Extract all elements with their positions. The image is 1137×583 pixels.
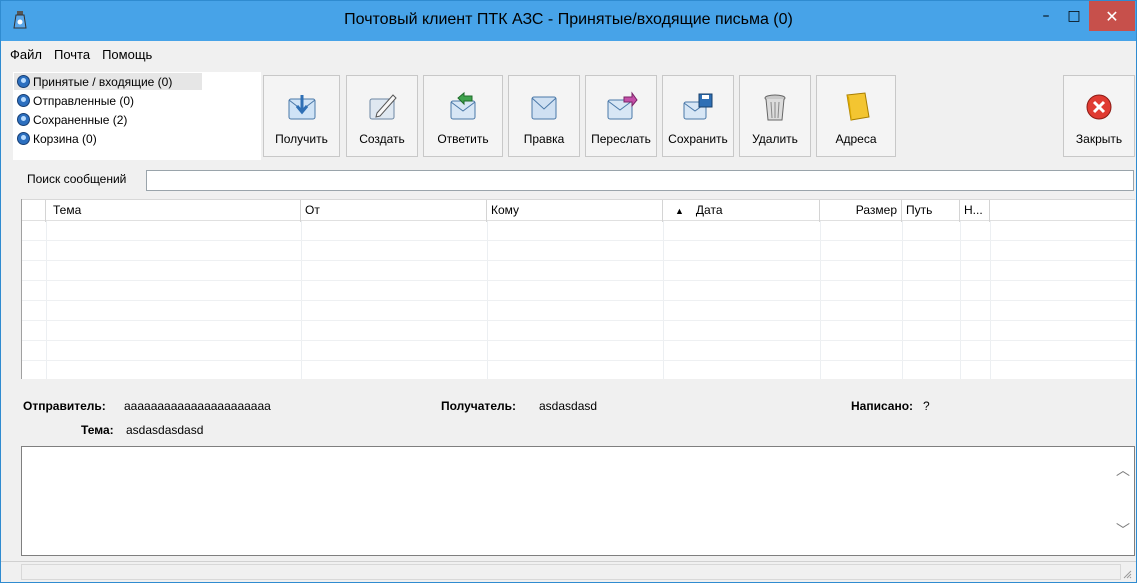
delete-button[interactable]: Удалить bbox=[739, 75, 811, 157]
empty-table-row bbox=[22, 281, 1135, 301]
recipient-label: Получатель: bbox=[441, 399, 516, 413]
empty-table-row bbox=[22, 341, 1135, 361]
window-title: Почтовый клиент ПТК АЗС - Принятые/входя… bbox=[344, 11, 793, 28]
receive-mail-icon bbox=[288, 95, 315, 120]
folder-label: Принятые / входящие (0) bbox=[33, 74, 173, 89]
search-label: Поиск сообщений bbox=[27, 172, 127, 186]
trash-icon bbox=[764, 94, 786, 121]
folder-globe-icon bbox=[17, 94, 30, 107]
empty-table-row bbox=[22, 241, 1135, 261]
forward-mail-icon bbox=[607, 91, 638, 120]
empty-table-row bbox=[22, 301, 1135, 321]
toolbar-label: Получить bbox=[275, 132, 328, 146]
folder-trash[interactable]: Корзина (0) bbox=[14, 130, 97, 147]
save-button[interactable]: Сохранить bbox=[662, 75, 734, 157]
sort-ascending-icon: ▲ bbox=[675, 206, 684, 216]
close-window-button[interactable]: ✕ bbox=[1089, 1, 1135, 31]
toolbar-label: Удалить bbox=[752, 132, 798, 146]
forward-button[interactable]: Переслать bbox=[585, 75, 657, 157]
menu-help[interactable]: Помощь bbox=[98, 47, 156, 62]
close-circle-icon bbox=[1086, 94, 1112, 120]
column-header-n[interactable]: Н... bbox=[960, 200, 990, 222]
search-row: Поиск сообщений bbox=[13, 167, 1135, 193]
sender-label: Отправитель: bbox=[23, 399, 106, 413]
folder-inbox[interactable]: Принятые / входящие (0) bbox=[14, 73, 202, 90]
subject-value: asdasdasdasd bbox=[126, 423, 204, 437]
scroll-down-icon[interactable]: ﹀ bbox=[1116, 524, 1130, 538]
folder-globe-icon bbox=[17, 113, 30, 126]
maximize-button[interactable]: □ bbox=[1059, 1, 1089, 31]
empty-table-row bbox=[22, 261, 1135, 281]
column-header-select[interactable] bbox=[22, 200, 46, 222]
folder-list: Принятые / входящие (0) Отправленные (0)… bbox=[13, 72, 261, 160]
column-header-date[interactable]: ▲ Дата bbox=[663, 200, 820, 222]
subject-label: Тема: bbox=[81, 423, 114, 437]
reply-button[interactable]: Ответить bbox=[423, 75, 503, 157]
scroll-up-icon[interactable]: ︿ bbox=[1116, 464, 1130, 478]
written-label: Написано: bbox=[851, 399, 914, 413]
sender-value: aaaaaaaaaaaaaaaaaaaaaa bbox=[124, 399, 271, 413]
toolbar-label: Создать bbox=[359, 132, 405, 146]
folder-label: Отправленные (0) bbox=[33, 93, 135, 108]
edit-button[interactable]: Правка bbox=[508, 75, 580, 157]
column-header-subject[interactable]: Тема bbox=[46, 200, 301, 222]
menu-mail[interactable]: Почта bbox=[50, 47, 94, 62]
folder-globe-icon bbox=[17, 75, 30, 88]
status-panel bbox=[21, 564, 1121, 580]
reply-mail-icon bbox=[450, 91, 476, 120]
folder-label: Корзина (0) bbox=[33, 131, 97, 146]
toolbar-label: Сохранить bbox=[668, 132, 728, 146]
save-mail-icon bbox=[683, 93, 713, 120]
column-header-to[interactable]: Кому bbox=[487, 200, 663, 222]
mail-client-window: Почтовый клиент ПТК АЗС - Принятые/входя… bbox=[0, 0, 1137, 583]
written-value: ? bbox=[923, 399, 930, 413]
address-book-icon bbox=[846, 92, 870, 121]
column-header-path[interactable]: Путь bbox=[902, 200, 960, 222]
minimize-button[interactable]: – bbox=[1033, 1, 1059, 31]
toolbar-label: Переслать bbox=[591, 132, 651, 146]
message-table[interactable]: Тема От Кому ▲ Дата Размер Путь Н... bbox=[21, 199, 1135, 379]
title-bar[interactable]: Почтовый клиент ПТК АЗС - Принятые/входя… bbox=[1, 1, 1136, 41]
folder-saved[interactable]: Сохраненные (2) bbox=[14, 111, 127, 128]
status-bar bbox=[1, 561, 1136, 582]
menu-file[interactable]: Файл bbox=[6, 47, 46, 62]
toolbar-label: Закрыть bbox=[1075, 132, 1123, 146]
toolbar-label: Адреса bbox=[835, 132, 877, 146]
search-input[interactable] bbox=[146, 170, 1134, 191]
empty-table-row bbox=[22, 221, 1135, 241]
message-details: Отправитель: aaaaaaaaaaaaaaaaaaaaaa Полу… bbox=[13, 385, 1135, 443]
folder-sent[interactable]: Отправленные (0) bbox=[14, 92, 134, 109]
message-body[interactable]: ︿ ﹀ bbox=[21, 446, 1135, 556]
empty-table-row bbox=[22, 361, 1135, 379]
addresses-button[interactable]: Адреса bbox=[816, 75, 896, 157]
create-mail-icon bbox=[369, 94, 397, 120]
menu-bar: Файл Почта Помощь bbox=[1, 41, 1136, 67]
edit-mail-icon bbox=[531, 96, 557, 120]
receive-button[interactable]: Получить bbox=[263, 75, 340, 157]
toolbar-label: Правка bbox=[523, 132, 565, 146]
toolbar-label: Ответить bbox=[437, 132, 489, 146]
resize-grip-icon[interactable] bbox=[1122, 569, 1132, 579]
table-header: Тема От Кому ▲ Дата Размер Путь Н... bbox=[22, 199, 1135, 222]
close-app-button[interactable]: Закрыть bbox=[1063, 75, 1135, 157]
column-header-from[interactable]: От bbox=[301, 200, 487, 222]
create-button[interactable]: Создать bbox=[346, 75, 418, 157]
column-header-date-label: Дата bbox=[695, 203, 723, 217]
column-header-size[interactable]: Размер bbox=[820, 200, 902, 222]
folder-globe-icon bbox=[17, 132, 30, 145]
folder-label: Сохраненные (2) bbox=[33, 112, 128, 127]
empty-table-row bbox=[22, 321, 1135, 341]
recipient-value: asdasdasd bbox=[539, 399, 598, 413]
